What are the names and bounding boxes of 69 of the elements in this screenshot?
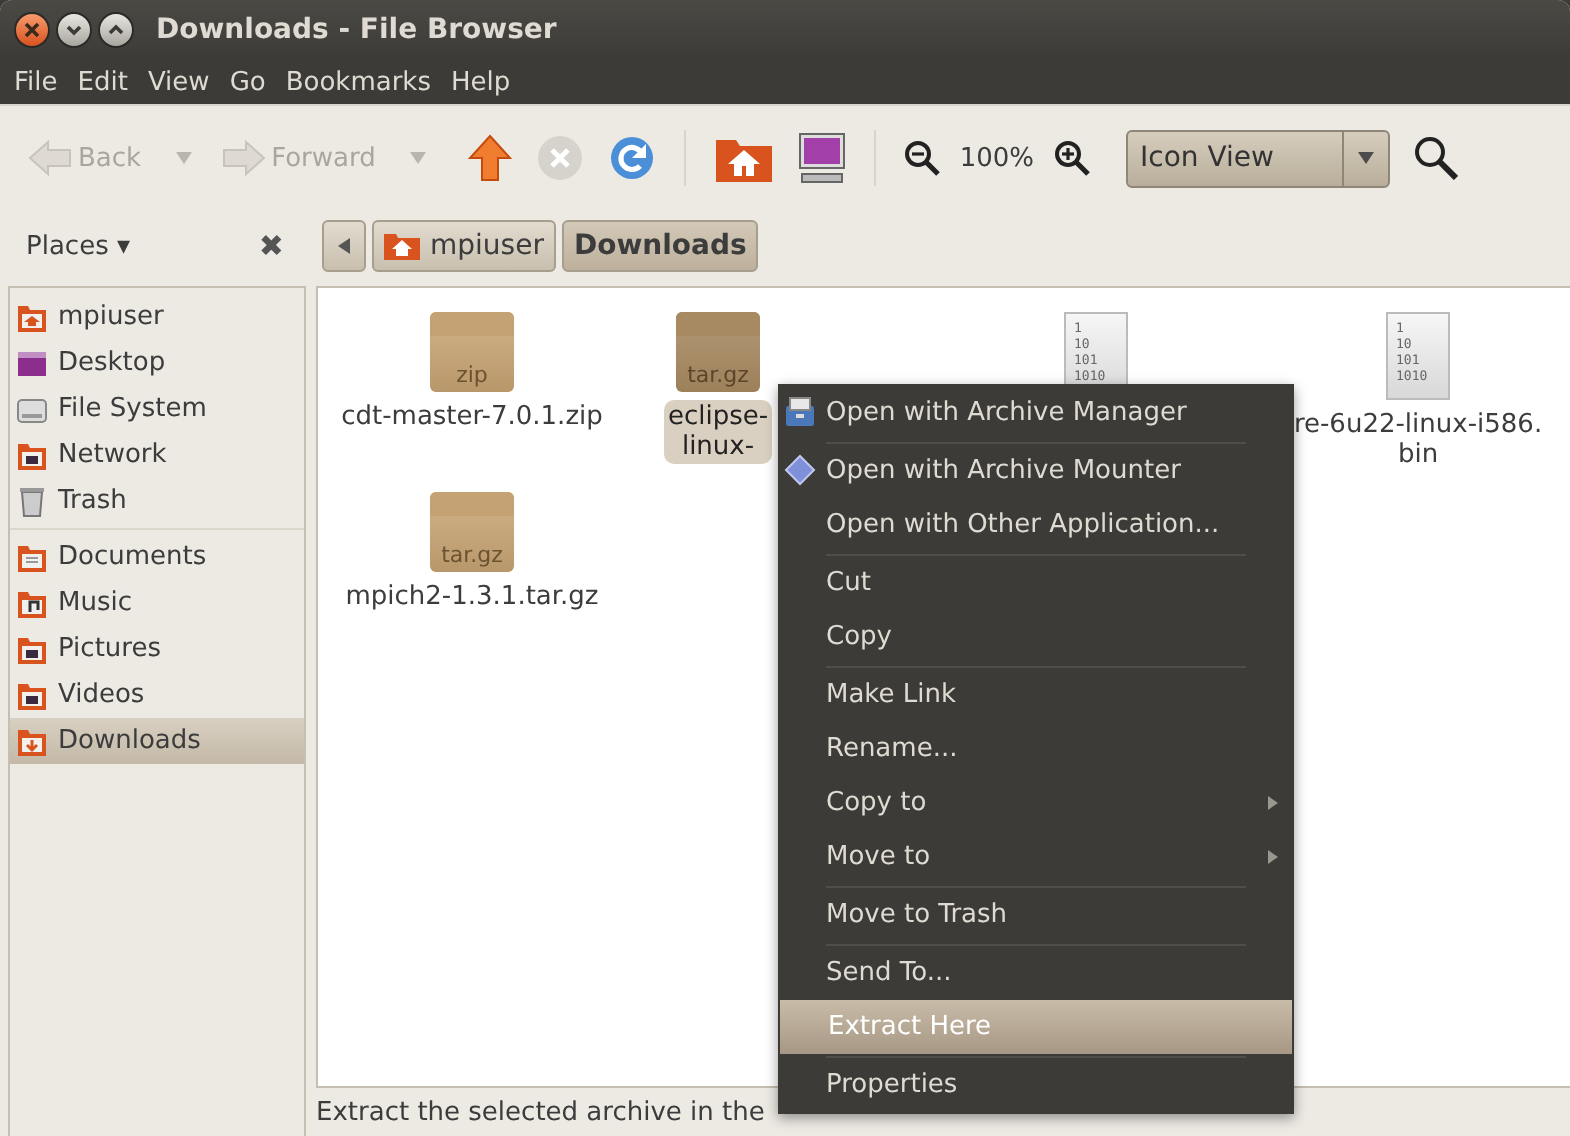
search-icon[interactable] — [1414, 136, 1459, 180]
reload-icon[interactable] — [607, 134, 656, 182]
scroll-left-button[interactable] — [322, 220, 366, 272]
file-name[interactable]: eclipse- linux- — [663, 400, 773, 464]
menu-item[interactable]: Go — [219, 67, 276, 97]
menu-item[interactable]: Copy to — [778, 776, 1294, 830]
menu-item[interactable]: Open with Archive Mounter — [778, 444, 1294, 498]
sidebar-item[interactable]: Documents — [10, 534, 304, 580]
file-name[interactable]: cdt-master-7.0.1.zip — [337, 400, 607, 434]
right-arrow-icon — [221, 138, 266, 178]
menu-item[interactable]: Bookmarks — [275, 67, 441, 97]
dropdown-arrow-icon — [1356, 150, 1377, 166]
menu-item[interactable]: Copy — [778, 610, 1294, 664]
folder-icon — [16, 725, 48, 757]
menu-item[interactable]: Move to — [778, 830, 1294, 884]
close-icon — [22, 20, 42, 40]
sidebar-item[interactable]: Pictures — [10, 626, 304, 672]
computer-icon[interactable] — [797, 132, 846, 184]
sidebar-item[interactable]: mpiuser — [10, 294, 304, 340]
sidebar-item[interactable]: Network — [10, 432, 304, 478]
folder-icon — [16, 541, 48, 573]
archive-box-icon — [784, 396, 816, 428]
close-sidebar-button[interactable]: ✖ — [258, 228, 284, 264]
places-dropdown[interactable]: Places ▾ — [26, 231, 130, 261]
left-arrow-icon — [28, 138, 72, 178]
minimize-button[interactable] — [56, 12, 92, 48]
menu-item[interactable]: Edit — [67, 67, 138, 97]
view-dropdown[interactable]: Icon View — [1126, 129, 1391, 187]
drive-icon — [16, 393, 48, 425]
path-button[interactable]: mpiuser — [372, 220, 556, 272]
diamond-icon — [784, 454, 816, 486]
menu-item[interactable]: Rename... — [778, 722, 1294, 776]
close-button[interactable] — [14, 12, 50, 48]
menu-item[interactable]: Properties — [778, 1058, 1294, 1112]
path-button[interactable]: Downloads — [561, 220, 759, 272]
menu-item[interactable]: Help — [440, 67, 521, 97]
folder-icon — [16, 439, 48, 471]
folder-icon — [16, 301, 48, 333]
menu-item[interactable]: File — [4, 67, 68, 97]
menu-item[interactable]: Make Link — [778, 668, 1294, 722]
window-title: Downloads - File Browser — [156, 14, 557, 46]
folder-icon — [16, 633, 48, 665]
sidebar-item[interactable]: Downloads — [10, 718, 304, 764]
home-folder-icon — [384, 232, 420, 260]
up-arrow-icon[interactable] — [467, 134, 512, 182]
chevron-down-icon — [64, 20, 84, 40]
file-name[interactable]: re-6u22-linux-i586. bin — [1289, 408, 1547, 472]
folder-icon — [16, 679, 48, 711]
folder-icon — [16, 587, 48, 619]
menu-item[interactable]: View — [137, 67, 220, 97]
left-triangle-icon — [338, 238, 350, 254]
file-name[interactable]: mpich2-1.3.1.tar.gz — [341, 580, 603, 614]
maximize-button[interactable] — [98, 12, 134, 48]
sidebar-item[interactable]: Trash — [10, 478, 304, 524]
sidebar-item[interactable]: File System — [10, 386, 304, 432]
sidebar-item[interactable]: Music — [10, 580, 304, 626]
zoom-out-icon[interactable] — [903, 140, 940, 176]
zoom-in-icon[interactable] — [1054, 140, 1091, 176]
menu-item[interactable]: Cut — [778, 556, 1294, 610]
chevron-up-icon — [106, 20, 126, 40]
menu-item[interactable]: Send To... — [778, 946, 1294, 1000]
status-text: Extract the selected archive in the — [316, 1097, 765, 1127]
zoom-level: 100% — [959, 143, 1035, 173]
menu-item[interactable]: Open with Other Application... — [778, 498, 1294, 552]
sidebar-item[interactable]: Desktop — [10, 340, 304, 386]
sidebar-item[interactable]: Videos — [10, 672, 304, 718]
menu-item[interactable]: Move to Trash — [778, 888, 1294, 942]
desktop-icon — [16, 347, 48, 379]
trash-icon — [16, 485, 48, 517]
